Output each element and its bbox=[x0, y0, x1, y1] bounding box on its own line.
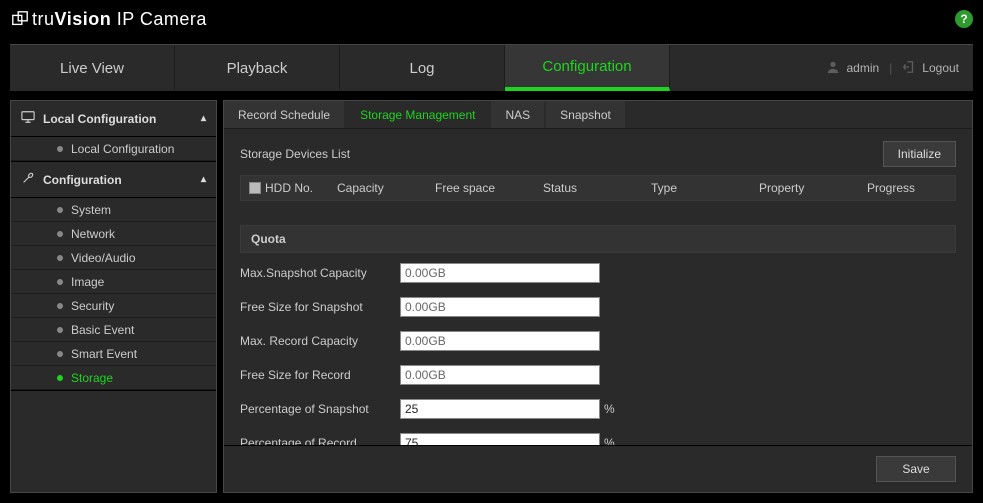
quota-section-title: Quota bbox=[240, 225, 956, 253]
sidebar-group-label: Local Configuration bbox=[43, 112, 156, 126]
percent-suffix: % bbox=[604, 436, 615, 445]
storage-table-header: HDD No. Capacity Free space Status Type … bbox=[240, 175, 956, 201]
help-icon[interactable]: ? bbox=[955, 10, 973, 28]
input-max-snapshot-capacity bbox=[400, 263, 600, 283]
nav-tab-playback[interactable]: Playback bbox=[175, 45, 340, 91]
percent-suffix: % bbox=[604, 402, 615, 416]
nav-tab-log[interactable]: Log bbox=[340, 45, 505, 91]
chevron-up-icon: ▴ bbox=[201, 113, 206, 124]
logout-link[interactable]: Logout bbox=[922, 61, 959, 75]
label-free-size-snapshot: Free Size for Snapshot bbox=[240, 300, 400, 314]
label-percentage-snapshot: Percentage of Snapshot bbox=[240, 402, 400, 416]
monitor-icon bbox=[21, 110, 35, 127]
sidebar-item-system[interactable]: System bbox=[11, 198, 216, 222]
tab-snapshot[interactable]: Snapshot bbox=[546, 101, 625, 128]
sidebar-item-storage[interactable]: Storage bbox=[11, 366, 216, 390]
sidebar-group-local-configuration[interactable]: Local Configuration ▴ bbox=[11, 101, 216, 137]
label-max-record-capacity: Max. Record Capacity bbox=[240, 334, 400, 348]
main-nav: Live View Playback Log Configuration adm… bbox=[10, 44, 973, 92]
sidebar-item-label: Basic Event bbox=[71, 323, 134, 337]
logo-icon bbox=[10, 9, 30, 29]
brand-text: truVision IP Camera bbox=[32, 9, 207, 30]
tab-record-schedule[interactable]: Record Schedule bbox=[224, 101, 344, 128]
label-max-snapshot-capacity: Max.Snapshot Capacity bbox=[240, 266, 400, 280]
storage-list-title: Storage Devices List bbox=[240, 147, 350, 161]
sidebar-item-smart-event[interactable]: Smart Event bbox=[11, 342, 216, 366]
select-all-checkbox[interactable] bbox=[249, 182, 261, 194]
input-percentage-record[interactable] bbox=[400, 433, 600, 445]
inner-tab-strip: Record Schedule Storage Management NAS S… bbox=[224, 101, 972, 129]
col-free-space: Free space bbox=[435, 181, 535, 195]
col-capacity: Capacity bbox=[337, 181, 427, 195]
sidebar-item-label: Security bbox=[71, 299, 114, 313]
nav-tab-live-view[interactable]: Live View bbox=[10, 45, 175, 91]
sidebar: Local Configuration ▴ Local Configuratio… bbox=[10, 100, 217, 493]
col-type: Type bbox=[651, 181, 751, 195]
sidebar-item-label: Smart Event bbox=[71, 347, 137, 361]
tab-nas[interactable]: NAS bbox=[491, 101, 544, 128]
col-status: Status bbox=[543, 181, 643, 195]
sidebar-item-local-configuration[interactable]: Local Configuration bbox=[11, 137, 216, 161]
save-button[interactable]: Save bbox=[876, 456, 956, 482]
sidebar-item-label: Local Configuration bbox=[71, 142, 174, 156]
main-panel: Record Schedule Storage Management NAS S… bbox=[223, 100, 973, 493]
col-hdd-no: HDD No. bbox=[265, 181, 313, 195]
input-max-record-capacity bbox=[400, 331, 600, 351]
label-free-size-record: Free Size for Record bbox=[240, 368, 400, 382]
sidebar-item-video-audio[interactable]: Video/Audio bbox=[11, 246, 216, 270]
sidebar-item-image[interactable]: Image bbox=[11, 270, 216, 294]
label-percentage-record: Percentage of Record bbox=[240, 436, 400, 445]
sidebar-item-label: Video/Audio bbox=[71, 251, 136, 265]
sidebar-item-label: Image bbox=[71, 275, 104, 289]
user-icon bbox=[826, 60, 840, 77]
col-property: Property bbox=[759, 181, 859, 195]
tab-storage-management[interactable]: Storage Management bbox=[346, 101, 489, 128]
input-free-size-snapshot bbox=[400, 297, 600, 317]
input-free-size-record bbox=[400, 365, 600, 385]
sidebar-item-label: System bbox=[71, 203, 111, 217]
username-label: admin bbox=[846, 61, 879, 75]
separator: | bbox=[889, 61, 892, 75]
sidebar-item-basic-event[interactable]: Basic Event bbox=[11, 318, 216, 342]
sidebar-item-label: Storage bbox=[71, 371, 113, 385]
initialize-button[interactable]: Initialize bbox=[883, 141, 956, 167]
sidebar-group-label: Configuration bbox=[43, 173, 122, 187]
sidebar-item-label: Network bbox=[71, 227, 115, 241]
brand-logo: truVision IP Camera bbox=[10, 9, 207, 30]
col-progress: Progress bbox=[867, 181, 947, 195]
logout-icon bbox=[902, 60, 916, 77]
sidebar-item-network[interactable]: Network bbox=[11, 222, 216, 246]
nav-tab-configuration[interactable]: Configuration bbox=[505, 45, 670, 91]
wrench-icon bbox=[21, 171, 35, 188]
input-percentage-snapshot[interactable] bbox=[400, 399, 600, 419]
chevron-up-icon: ▴ bbox=[201, 174, 206, 185]
sidebar-item-security[interactable]: Security bbox=[11, 294, 216, 318]
sidebar-group-configuration[interactable]: Configuration ▴ bbox=[11, 162, 216, 198]
